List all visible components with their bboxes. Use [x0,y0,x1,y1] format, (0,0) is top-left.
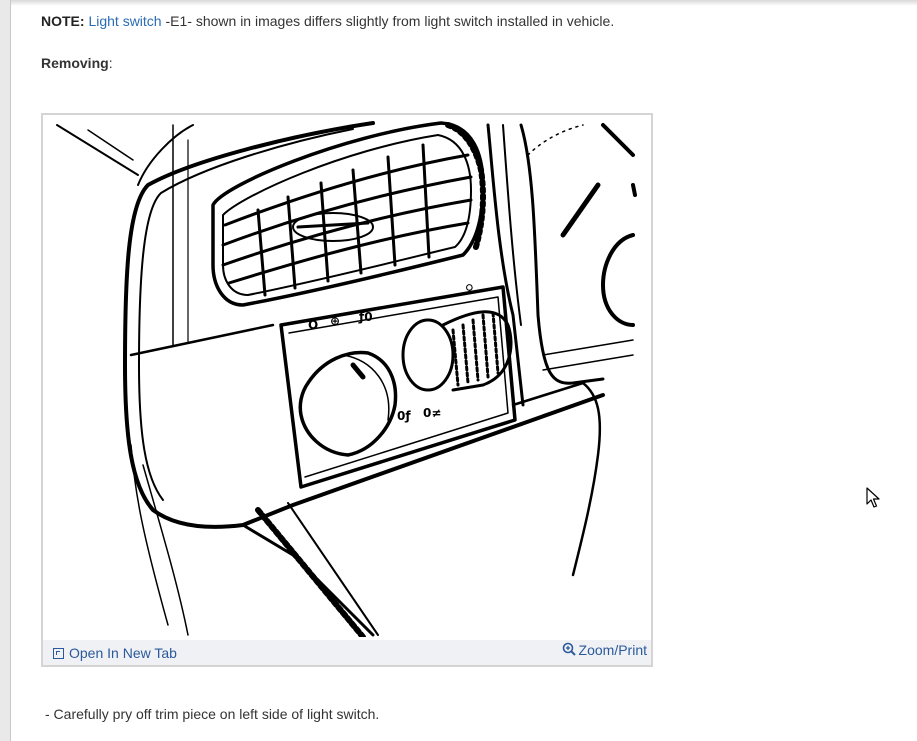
section-heading: Removing: [41,55,113,71]
mouse-pointer-icon [866,487,880,509]
dashboard-line-drawing: O ⊕ ƒ0 0ƒ 0≠ ♀ [56,121,637,637]
section-heading-label: Removing [41,55,109,71]
instruction-step: - Carefully pry off trim piece on left s… [45,706,380,722]
zoom-print-link[interactable]: Zoom/Print [562,642,647,658]
zoom-print-label: Zoom/Print [578,642,647,658]
dial-symbol-parking: ⊕ [330,314,340,328]
note-label: NOTE: [41,13,85,29]
dial-symbol-off: O [308,318,318,332]
top-shadow [11,0,917,6]
open-new-tab-icon [53,647,64,659]
dial-symbol-headlight: ƒ0 [358,310,373,324]
open-in-new-tab-label: Open In New Tab [69,645,177,661]
dial-symbol-rearfog: 0≠ [423,406,441,420]
dial-symbol-foglight: 0ƒ [397,409,411,423]
open-in-new-tab-link[interactable]: Open In New Tab [53,645,177,661]
note-text: -E1- shown in images differs slightly fr… [161,13,615,29]
magnifier-icon [562,642,576,658]
note-paragraph: NOTE: Light switch -E1- shown in images … [41,13,614,29]
figure-frame: O ⊕ ƒ0 0ƒ 0≠ ♀ Open In New Tab Zoom/Prin… [41,113,653,667]
dial-symbol-dimmer: ♀ [465,282,474,296]
figure-toolbar: Open In New Tab Zoom/Print [43,640,651,665]
section-heading-colon: : [108,55,113,71]
left-window-border [0,0,11,741]
light-switch-link[interactable]: Light switch [88,13,161,29]
light-switch-illustration[interactable]: O ⊕ ƒ0 0ƒ 0≠ ♀ [43,115,651,637]
